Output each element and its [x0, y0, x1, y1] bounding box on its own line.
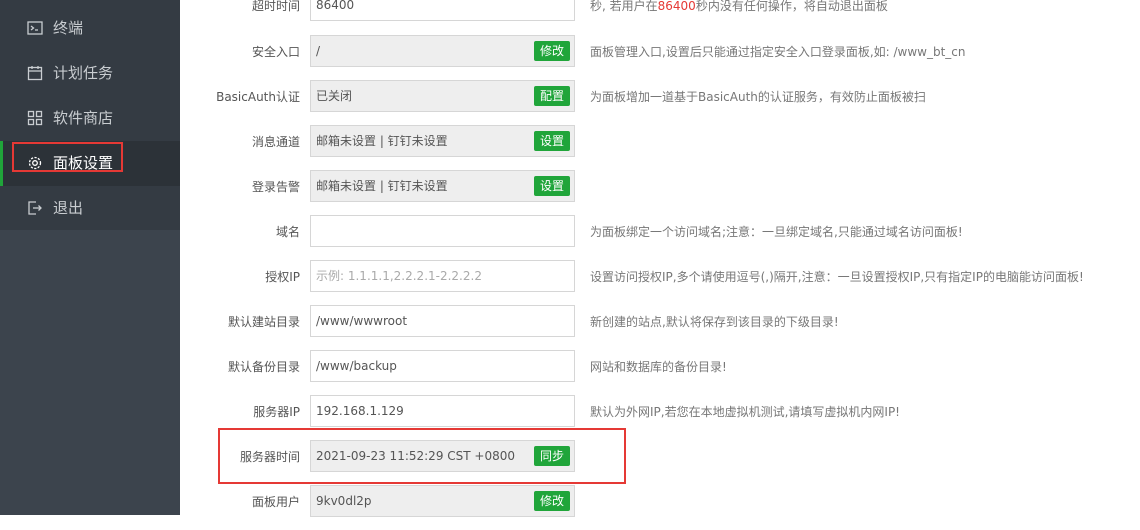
- sidebar-item-label: 退出: [53, 199, 84, 217]
- setting-label: 默认备份目录: [227, 360, 300, 374]
- panel-user-field: 9kv0dl2p 修改: [310, 485, 575, 517]
- setting-label: BasicAuth认证: [216, 90, 300, 104]
- sidebar-item-store[interactable]: 软件商店: [0, 96, 180, 141]
- setting-label: 超时时间: [251, 0, 300, 13]
- setting-row-site-dir: 默认建站目录 /www/wwwroot 新创建的站点,默认将保存到该目录的下级目…: [195, 305, 1140, 350]
- highlight-annotation: [218, 428, 626, 484]
- setting-row-timeout: 超时时间 86400 秒, 若用户在86400秒内没有任何操作，将自动退出面板: [195, 0, 1140, 34]
- setting-row-auth-ip: 授权IP 示例: 1.1.1.1,2.2.2.1-2.2.2.2 设置访问授权I…: [195, 260, 1140, 305]
- domain-input[interactable]: [310, 215, 575, 247]
- setting-label: 默认建站目录: [227, 315, 300, 329]
- sidebar-item-cron[interactable]: 计划任务: [0, 51, 180, 96]
- sidebar-item-terminal[interactable]: 终端: [0, 6, 180, 51]
- highlight-annotation: [12, 142, 123, 172]
- setting-label: 域名: [275, 225, 300, 239]
- timeout-input[interactable]: 86400: [310, 0, 575, 21]
- setting-desc: 为面板增加一道基于BasicAuth的认证服务，有效防止面板被扫: [590, 90, 926, 104]
- message-channel-set-button[interactable]: 设置: [533, 131, 570, 151]
- sidebar-item-label: 终端: [53, 19, 84, 37]
- setting-label: 授权IP: [265, 270, 300, 284]
- setting-desc: 默认为外网IP,若您在本地虚拟机测试,请填写虚拟机内网IP!: [590, 405, 900, 419]
- setting-row-message-channel: 消息通道 邮箱未设置 | 钉钉未设置 设置: [195, 125, 1140, 170]
- auth-ip-input[interactable]: 示例: 1.1.1.1,2.2.2.1-2.2.2.2: [310, 260, 575, 292]
- setting-row-panel-user: 面板用户 9kv0dl2p 修改: [195, 485, 1140, 530]
- calendar-icon: [27, 65, 43, 81]
- setting-row-backup-dir: 默认备份目录 /www/backup 网站和数据库的备份目录!: [195, 350, 1140, 395]
- setting-row-security-entry: 安全入口 / 修改 面板管理入口,设置后只能通过指定安全入口登录面板,如: /w…: [195, 35, 1140, 80]
- grid-icon: [27, 110, 43, 126]
- setting-desc: 秒, 若用户在86400秒内没有任何操作，将自动退出面板: [590, 0, 888, 13]
- site-dir-input[interactable]: /www/wwwroot: [310, 305, 575, 337]
- setting-desc: 新创建的站点,默认将保存到该目录的下级目录!: [590, 315, 839, 329]
- basic-auth-config-button[interactable]: 配置: [533, 86, 570, 106]
- panel-user-edit-button[interactable]: 修改: [533, 491, 570, 511]
- login-alert-set-button[interactable]: 设置: [533, 176, 570, 196]
- setting-desc: 面板管理入口,设置后只能通过指定安全入口登录面板,如: /www_bt_cn: [590, 45, 966, 59]
- setting-desc: 为面板绑定一个访问域名;注意：一旦绑定域名,只能通过域名访问面板!: [590, 225, 963, 239]
- security-entry-edit-button[interactable]: 修改: [533, 41, 570, 61]
- setting-row-login-alert: 登录告警 邮箱未设置 | 钉钉未设置 设置: [195, 170, 1140, 215]
- sidebar: 终端 计划任务 软件商店 面板设置 退出: [0, 0, 180, 515]
- login-alert-field: 邮箱未设置 | 钉钉未设置 设置: [310, 170, 575, 202]
- sidebar-item-label: 软件商店: [53, 109, 114, 127]
- setting-row-domain: 域名 为面板绑定一个访问域名;注意：一旦绑定域名,只能通过域名访问面板!: [195, 215, 1140, 260]
- logout-icon: [27, 200, 43, 216]
- basic-auth-field: 已关闭 配置: [310, 80, 575, 112]
- message-channel-field: 邮箱未设置 | 钉钉未设置 设置: [310, 125, 575, 157]
- setting-label: 面板用户: [251, 495, 300, 509]
- setting-label: 消息通道: [251, 135, 300, 149]
- sidebar-item-logout[interactable]: 退出: [0, 186, 180, 231]
- setting-row-basic-auth: BasicAuth认证 已关闭 配置 为面板增加一道基于BasicAuth的认证…: [195, 80, 1140, 125]
- setting-label: 服务器IP: [253, 405, 300, 419]
- backup-dir-input[interactable]: /www/backup: [310, 350, 575, 382]
- sidebar-item-label: 计划任务: [53, 64, 114, 82]
- setting-desc: 网站和数据库的备份目录!: [590, 360, 727, 374]
- security-entry-field: / 修改: [310, 35, 575, 67]
- setting-label: 登录告警: [251, 180, 300, 194]
- setting-desc: 设置访问授权IP,多个请使用逗号(,)隔开,注意：一旦设置授权IP,只有指定IP…: [590, 270, 1084, 284]
- terminal-icon: [27, 20, 43, 36]
- setting-label: 安全入口: [251, 45, 300, 59]
- server-ip-input[interactable]: 192.168.1.129: [310, 395, 575, 427]
